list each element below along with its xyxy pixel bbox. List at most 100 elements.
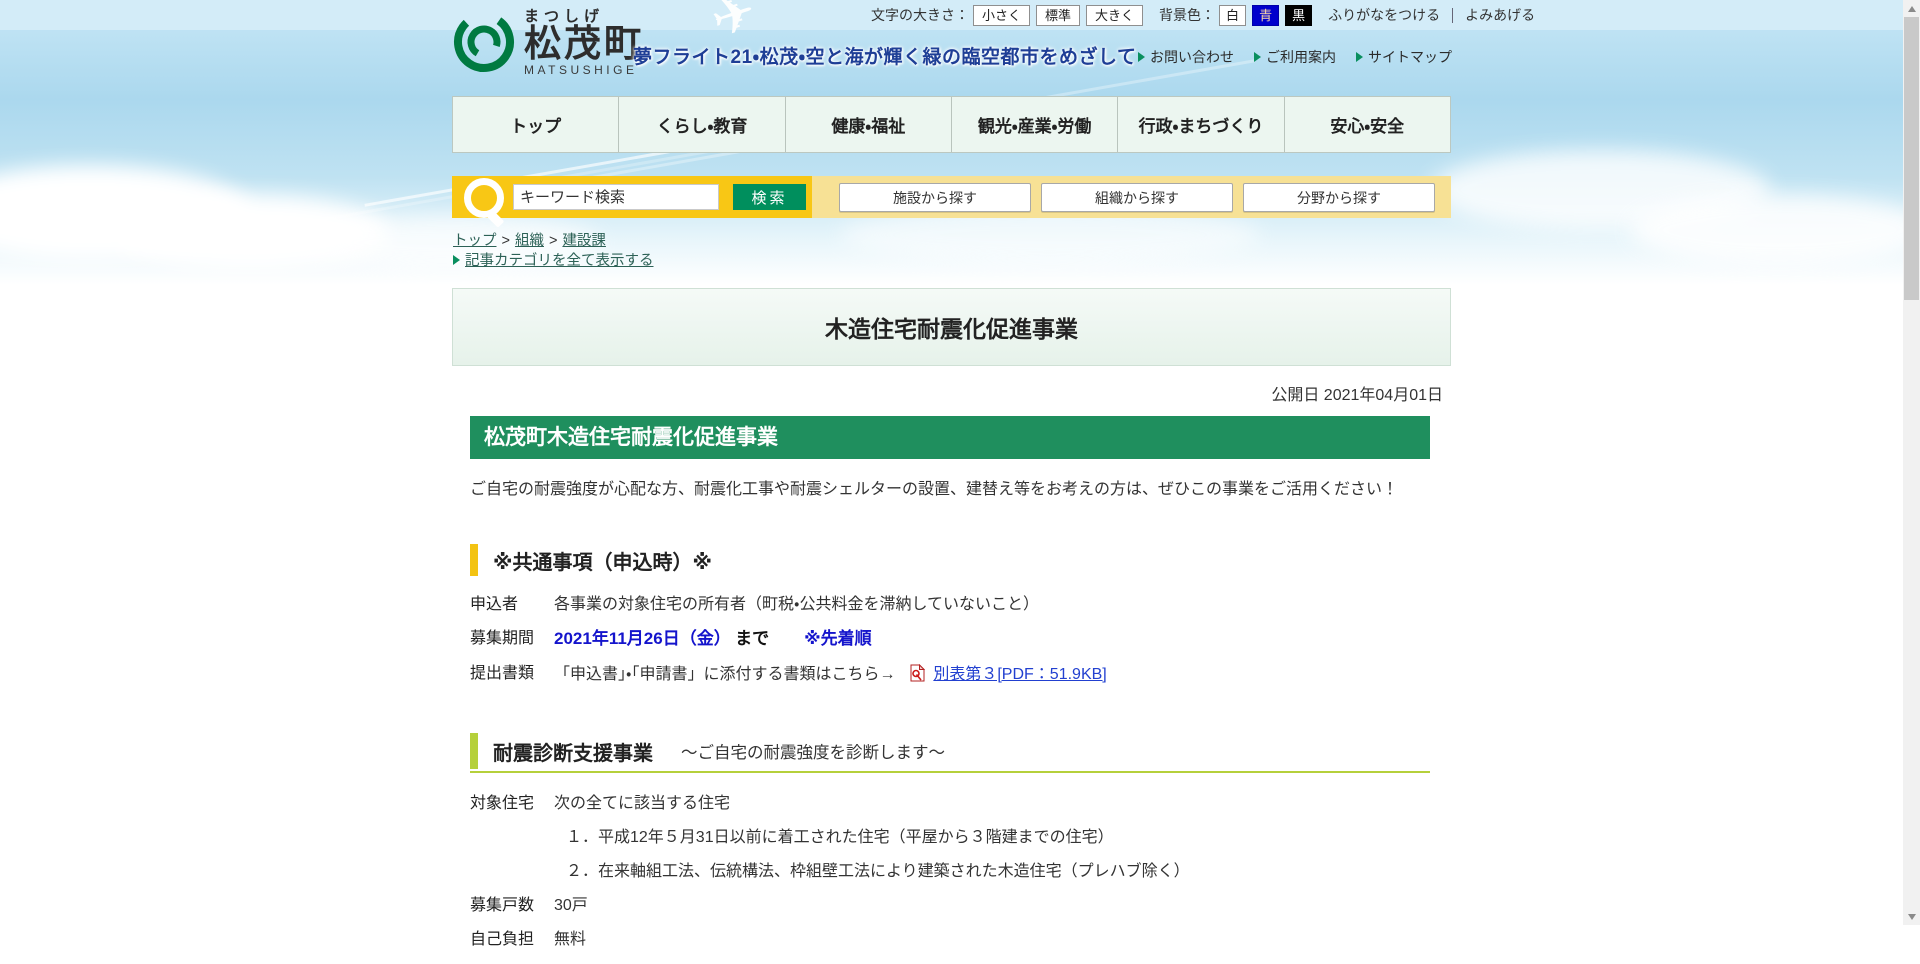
section-heading-common: ※共通事項（申込時）※ [470, 544, 1430, 576]
header-quick-links: お問い合わせ ご利用案内 サイトマップ [1138, 47, 1472, 67]
row-documents: 提出書類 「申込書」・「申請書」に添付する書類はこちら→ 別表第３[PDF：51… [470, 664, 1430, 687]
row-label: 自己負担 [470, 930, 554, 949]
article-banner: 松茂町木造住宅耐震化促進事業 [470, 416, 1430, 459]
font-size-large-button[interactable]: 大きく [1086, 5, 1143, 26]
row-value: 2021年11月26日（金） まで ※先着順 [554, 629, 1430, 649]
row-target-house: 対象住宅 次の全てに該当する住宅 [470, 794, 1430, 813]
nav-item-gyosei[interactable]: 行政・まちづくり [1117, 97, 1283, 152]
arrow-right-icon [453, 255, 460, 265]
breadcrumb: トップ > 組織 > 建設課 [453, 229, 606, 250]
scroll-down-button[interactable] [1903, 908, 1920, 925]
search-band-left: 検索 [452, 176, 812, 218]
nav-item-anshin[interactable]: 安心・安全 [1284, 97, 1450, 152]
pdf-icon [910, 664, 925, 687]
published-value: 2021年04月01日 [1324, 387, 1443, 404]
guide-link-label: ご利用案内 [1266, 47, 1336, 67]
article: 木造住宅耐震化促進事業 公開日 2021年04月01日 松茂町木造住宅耐震化促進… [452, 288, 1451, 964]
nav-item-kurashi[interactable]: くらし・教育 [618, 97, 784, 152]
row-value: 無料 [554, 930, 1430, 949]
row-value: 次の全てに該当する住宅 [554, 794, 1430, 813]
first-come-note: ※先着順 [804, 629, 872, 648]
bg-color-label: 背景色： [1159, 5, 1215, 25]
row-label [470, 862, 554, 881]
keyword-search-input[interactable] [513, 184, 719, 210]
triangle-down-icon [1908, 914, 1916, 920]
breadcrumb-link-top[interactable]: トップ [453, 233, 497, 249]
category-toggle: 記事カテゴリを全て表示する [453, 249, 654, 270]
logo-romaji: MATSUSHIGE [524, 63, 644, 77]
section-common-rows: 申込者 各事業の対象住宅の所有者（町税・公共料金を滞納していないこと） 募集期間… [470, 595, 1430, 687]
bg-blue-button[interactable]: 青 [1252, 5, 1279, 26]
arrow-right-icon [1356, 52, 1363, 62]
nav-item-kenko[interactable]: 健康・福祉 [785, 97, 951, 152]
row-value: 各事業の対象住宅の所有者（町税・公共料金を滞納していないこと） [554, 595, 1430, 614]
scroll-up-button[interactable] [1903, 0, 1920, 17]
documents-text: 「申込書」・「申請書」に添付する書類はこちら→ [554, 666, 895, 683]
row-value: 「申込書」・「申請書」に添付する書類はこちら→ 別表第３[PDF：51.9KB] [554, 664, 1430, 687]
published-date: 公開日 2021年04月01日 [452, 381, 1443, 399]
page-title: 木造住宅耐震化促進事業 [825, 310, 1078, 344]
search-band: 検索 施設から探す 組織から探す 分野から探す [452, 176, 1451, 218]
search-icon [464, 178, 504, 218]
row-condition-2: ２．在来軸組工法、伝統構法、枠組壁工法により建築された木造住宅（プレハブ除く） [470, 862, 1430, 881]
nav-item-top[interactable]: トップ [453, 97, 618, 152]
section-heading-common-label: ※共通事項（申込時）※ [493, 546, 712, 575]
furigana-link[interactable]: ふりがなをつける [1328, 5, 1440, 25]
logo-text: まつしげ 松茂町 MATSUSHIGE [524, 8, 644, 77]
town-logo[interactable]: まつしげ 松茂町 MATSUSHIGE [452, 8, 644, 77]
heading-bar-icon [470, 733, 478, 769]
breadcrumb-link-kensetsuka[interactable]: 建設課 [562, 233, 606, 249]
section-diagnosis-rows: 対象住宅 次の全てに該当する住宅 １．平成12年５月31日以前に着工された住宅（… [470, 794, 1430, 949]
finder-facility-button[interactable]: 施設から探す [839, 183, 1031, 212]
pdf-attachment-link[interactable]: 別表第３[PDF：51.9KB] [933, 666, 1106, 683]
row-label: 提出書類 [470, 664, 554, 687]
finder-organization-button[interactable]: 組織から探す [1041, 183, 1233, 212]
row-value: ２．在来軸組工法、伝統構法、枠組壁工法により建築された木造住宅（プレハブ除く） [554, 862, 1430, 881]
row-label [470, 828, 554, 847]
logo-name: 松茂町 [524, 25, 644, 63]
row-value: 30戸 [554, 896, 1430, 915]
heading-bar-icon [470, 544, 478, 576]
guide-link[interactable]: ご利用案内 [1254, 47, 1336, 67]
scrollbar-thumb[interactable] [1904, 17, 1919, 300]
sitemap-link-label: サイトマップ [1368, 47, 1452, 67]
row-value: １．平成12年５月31日以前に着工された住宅（平屋から３階建までの住宅） [554, 828, 1430, 847]
published-label: 公開日 [1271, 387, 1319, 404]
section-heading-diagnosis-label: 耐震診断支援事業 [493, 737, 653, 766]
bg-white-button[interactable]: 白 [1219, 5, 1246, 26]
contact-link[interactable]: お問い合わせ [1138, 47, 1234, 67]
deadline-date: 2021年11月26日（金） [554, 629, 731, 648]
row-period: 募集期間 2021年11月26日（金） まで ※先着順 [470, 629, 1430, 649]
accessibility-bar: 文字の大きさ： 小さく 標準 大きく 背景色： 白 青 黒 ふりがなをつける よ… [871, 0, 1535, 30]
row-applicant: 申込者 各事業の対象住宅の所有者（町税・公共料金を滞納していないこと） [470, 595, 1430, 614]
arrow-right-icon [1254, 52, 1261, 62]
row-label: 対象住宅 [470, 794, 554, 813]
sitemap-link[interactable]: サイトマップ [1356, 47, 1452, 67]
arrow-right-icon [1138, 52, 1145, 62]
breadcrumb-separator: > [502, 233, 510, 249]
nav-item-kanko[interactable]: 観光・産業・労働 [951, 97, 1117, 152]
font-size-small-button[interactable]: 小さく [973, 5, 1030, 26]
global-nav: トップ くらし・教育 健康・福祉 観光・産業・労働 行政・まちづくり 安心・安全 [452, 96, 1451, 153]
section-heading-diagnosis-sub: ～ご自宅の耐震強度を診断します～ [681, 739, 945, 763]
row-units: 募集戸数 30戸 [470, 896, 1430, 915]
row-condition-1: １．平成12年５月31日以前に着工された住宅（平屋から３階建までの住宅） [470, 828, 1430, 847]
font-size-normal-button[interactable]: 標準 [1036, 5, 1080, 26]
breadcrumb-separator: > [549, 233, 557, 249]
breadcrumb-link-soshiki[interactable]: 組織 [515, 233, 544, 249]
town-tagline: 夢フライト21・松茂・空と海が輝く緑の臨空都市をめざして [633, 42, 1137, 69]
readaloud-link[interactable]: よみあげる [1465, 5, 1535, 25]
vertical-scrollbar[interactable] [1903, 0, 1920, 925]
intro-text: ご自宅の耐震強度が心配な方、耐震化工事や耐震シェルターの設置、建替え等をお考えの… [470, 480, 1430, 500]
finder-category-button[interactable]: 分野から探す [1243, 183, 1435, 212]
row-self-cost: 自己負担 無料 [470, 930, 1430, 949]
section-heading-diagnosis: 耐震診断支援事業 ～ご自宅の耐震強度を診断します～ [470, 733, 1430, 773]
bg-black-button[interactable]: 黒 [1285, 5, 1312, 26]
search-button[interactable]: 検索 [733, 184, 806, 210]
contact-link-label: お問い合わせ [1150, 47, 1234, 67]
town-emblem-icon [452, 8, 516, 74]
cloud [1630, 195, 1920, 265]
triangle-up-icon [1908, 6, 1916, 12]
font-size-label: 文字の大きさ： [871, 5, 969, 25]
category-toggle-link[interactable]: 記事カテゴリを全て表示する [465, 249, 654, 270]
